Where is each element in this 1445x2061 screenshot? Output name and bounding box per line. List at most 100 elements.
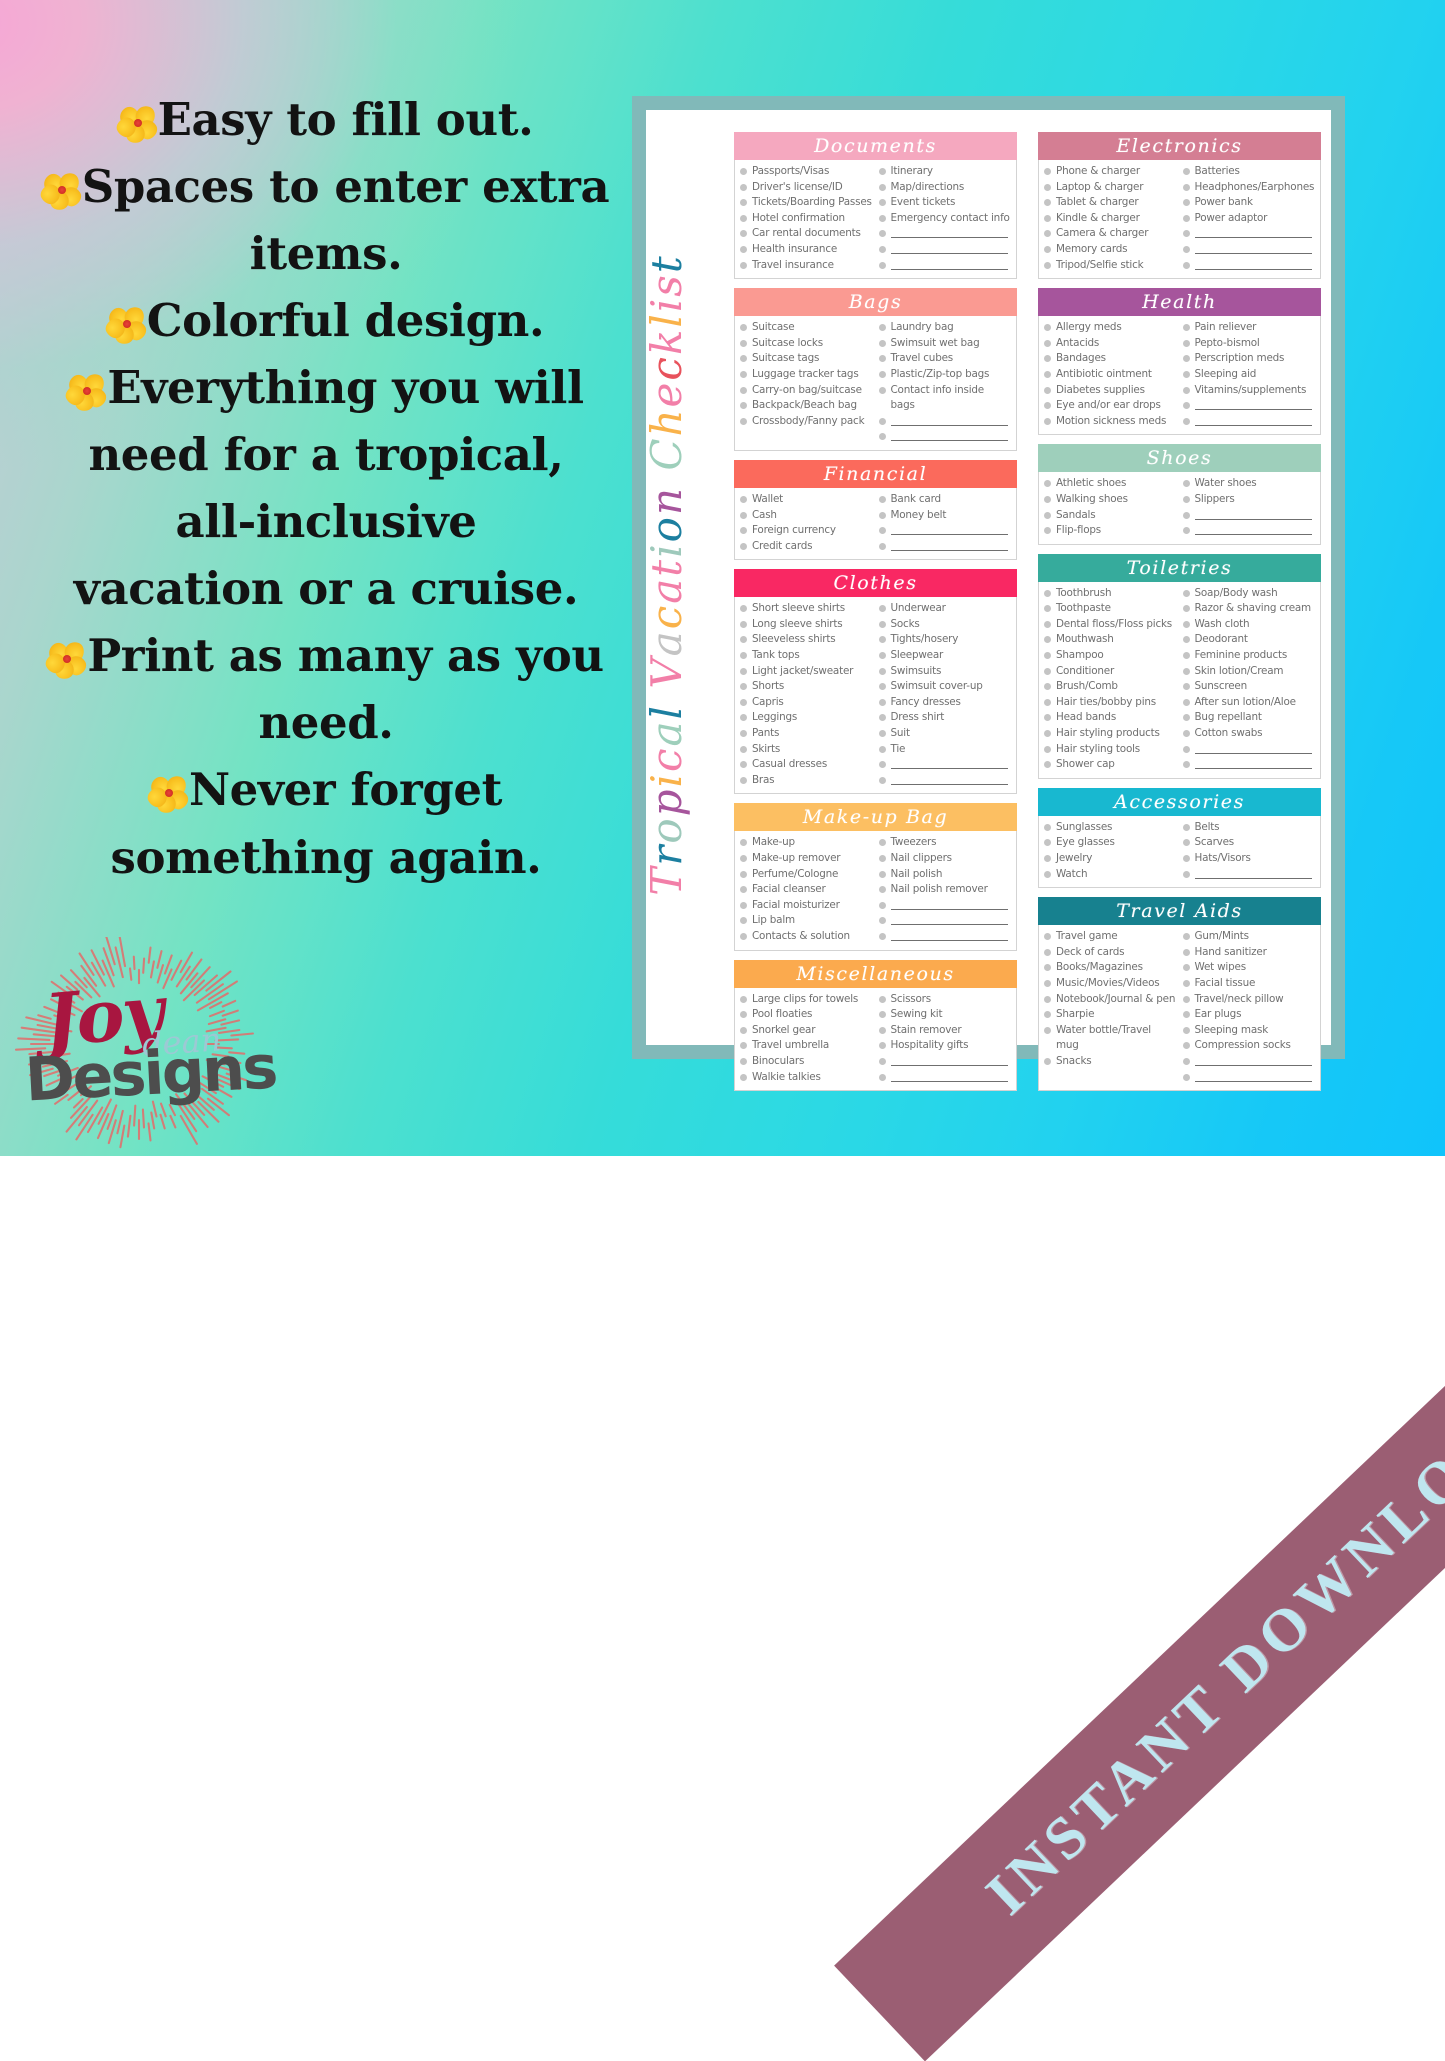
checkbox-circle-icon[interactable]: [1182, 995, 1190, 1003]
checklist-item[interactable]: Carry-on bag/suitcase: [740, 383, 873, 399]
checklist-item[interactable]: Suitcase: [740, 320, 873, 336]
checklist-item[interactable]: Long sleeve shirts: [740, 617, 873, 633]
checklist-item[interactable]: Hair styling tools: [1044, 742, 1177, 758]
checkbox-circle-icon[interactable]: [1044, 745, 1051, 753]
checklist-item[interactable]: Tie: [878, 742, 1012, 758]
checklist-blank-row[interactable]: [878, 773, 1012, 789]
checklist-item[interactable]: Music/Movies/Videos: [1044, 976, 1177, 992]
checkbox-circle-icon[interactable]: [740, 1026, 747, 1034]
checklist-item[interactable]: Water bottle/Travel mug: [1044, 1023, 1177, 1054]
checklist-item[interactable]: Deck of cards: [1044, 945, 1177, 961]
checkbox-circle-icon[interactable]: [740, 324, 747, 332]
checklist-item[interactable]: Plastic/Zip-top bags: [878, 367, 1012, 383]
checklist-blank-row[interactable]: [878, 429, 1012, 445]
checklist-item[interactable]: Driver's license/ID: [740, 180, 873, 196]
checklist-item[interactable]: Fancy dresses: [878, 695, 1012, 711]
checklist-item[interactable]: Backpack/Beach bag: [740, 398, 873, 414]
checkbox-circle-icon[interactable]: [878, 417, 886, 425]
checklist-item[interactable]: Deodorant: [1182, 632, 1316, 648]
checkbox-circle-icon[interactable]: [1044, 199, 1051, 207]
checklist-blank-row[interactable]: [878, 757, 1012, 773]
checklist-item[interactable]: Facial tissue: [1182, 976, 1316, 992]
checkbox-circle-icon[interactable]: [1182, 245, 1190, 253]
checklist-item[interactable]: Dress shirt: [878, 710, 1012, 726]
checklist-item[interactable]: Travel/neck pillow: [1182, 992, 1316, 1008]
checklist-item[interactable]: Sleeping aid: [1182, 367, 1316, 383]
checkbox-circle-icon[interactable]: [878, 1073, 886, 1081]
checkbox-circle-icon[interactable]: [878, 511, 886, 519]
checklist-item[interactable]: Passports/Visas: [740, 164, 873, 180]
checkbox-circle-icon[interactable]: [878, 433, 886, 441]
checklist-item[interactable]: Power bank: [1182, 195, 1316, 211]
checkbox-circle-icon[interactable]: [1044, 495, 1051, 503]
checkbox-circle-icon[interactable]: [1044, 183, 1051, 191]
checkbox-circle-icon[interactable]: [1044, 870, 1051, 878]
checkbox-circle-icon[interactable]: [1044, 168, 1051, 175]
checklist-blank-row[interactable]: [878, 226, 1012, 242]
checkbox-circle-icon[interactable]: [1182, 214, 1190, 222]
checklist-item[interactable]: Slippers: [1182, 492, 1316, 508]
checklist-item[interactable]: Capris: [740, 695, 873, 711]
checkbox-circle-icon[interactable]: [878, 355, 886, 363]
checklist-item[interactable]: Travel cubes: [878, 351, 1012, 367]
checkbox-circle-icon[interactable]: [878, 168, 886, 175]
checkbox-circle-icon[interactable]: [1182, 870, 1190, 878]
checkbox-circle-icon[interactable]: [1182, 527, 1190, 535]
checklist-item[interactable]: Bank card: [878, 492, 1012, 508]
checklist-blank-row[interactable]: [878, 929, 1012, 945]
checkbox-circle-icon[interactable]: [1044, 402, 1051, 410]
checkbox-circle-icon[interactable]: [1044, 683, 1051, 691]
checklist-item[interactable]: Snorkel gear: [740, 1023, 873, 1039]
checkbox-circle-icon[interactable]: [878, 714, 886, 722]
checkbox-circle-icon[interactable]: [878, 636, 886, 644]
checklist-item[interactable]: Motion sickness meds: [1044, 414, 1177, 430]
checkbox-circle-icon[interactable]: [878, 730, 886, 738]
checkbox-circle-icon[interactable]: [1044, 636, 1051, 644]
checkbox-circle-icon[interactable]: [740, 495, 747, 503]
checklist-item[interactable]: Light jacket/sweater: [740, 664, 873, 680]
checkbox-circle-icon[interactable]: [1182, 1011, 1190, 1019]
checklist-item[interactable]: Facial cleanser: [740, 882, 873, 898]
checkbox-circle-icon[interactable]: [740, 230, 747, 238]
checkbox-circle-icon[interactable]: [740, 995, 747, 1003]
checklist-item[interactable]: Short sleeve shirts: [740, 601, 873, 617]
checklist-item[interactable]: Tights/hosery: [878, 632, 1012, 648]
checklist-item[interactable]: Hotel confirmation: [740, 211, 873, 227]
checkbox-circle-icon[interactable]: [1182, 417, 1190, 425]
checkbox-circle-icon[interactable]: [1044, 979, 1051, 987]
checkbox-circle-icon[interactable]: [1182, 823, 1190, 831]
checklist-item[interactable]: Suitcase locks: [740, 336, 873, 352]
checklist-item[interactable]: Contact info inside bags: [878, 383, 1012, 414]
checklist-item[interactable]: Emergency contact info: [878, 211, 1012, 227]
checklist-item[interactable]: Sleeping mask: [1182, 1023, 1316, 1039]
checkbox-circle-icon[interactable]: [1044, 667, 1051, 675]
checkbox-circle-icon[interactable]: [1182, 620, 1190, 628]
checkbox-circle-icon[interactable]: [740, 636, 747, 644]
checkbox-circle-icon[interactable]: [1182, 948, 1190, 956]
checkbox-circle-icon[interactable]: [878, 214, 886, 222]
checklist-blank-row[interactable]: [878, 1070, 1012, 1086]
checkbox-circle-icon[interactable]: [740, 370, 747, 378]
checklist-blank-row[interactable]: [1182, 523, 1316, 539]
checkbox-circle-icon[interactable]: [1044, 230, 1051, 238]
checklist-item[interactable]: Casual dresses: [740, 757, 873, 773]
checklist-item[interactable]: Brush/Comb: [1044, 679, 1177, 695]
checkbox-circle-icon[interactable]: [740, 339, 747, 347]
checkbox-circle-icon[interactable]: [740, 527, 747, 535]
checklist-item[interactable]: Razor & shaving cream: [1182, 601, 1316, 617]
checklist-blank-row[interactable]: [878, 898, 1012, 914]
checklist-item[interactable]: Nail polish: [878, 867, 1012, 883]
checklist-item[interactable]: Water shoes: [1182, 476, 1316, 492]
checklist-item[interactable]: Shampoo: [1044, 648, 1177, 664]
checklist-item[interactable]: Cotton swabs: [1182, 726, 1316, 742]
checklist-item[interactable]: Toothpaste: [1044, 601, 1177, 617]
checklist-blank-row[interactable]: [1182, 1070, 1316, 1086]
checklist-item[interactable]: Allergy meds: [1044, 320, 1177, 336]
checklist-item[interactable]: Sleepwear: [878, 648, 1012, 664]
checklist-blank-row[interactable]: [1182, 398, 1316, 414]
checkbox-circle-icon[interactable]: [1044, 480, 1051, 488]
checklist-item[interactable]: Watch: [1044, 867, 1177, 883]
checklist-item[interactable]: Suitcase tags: [740, 351, 873, 367]
checklist-item[interactable]: Swimsuit wet bag: [878, 336, 1012, 352]
checkbox-circle-icon[interactable]: [878, 917, 886, 925]
